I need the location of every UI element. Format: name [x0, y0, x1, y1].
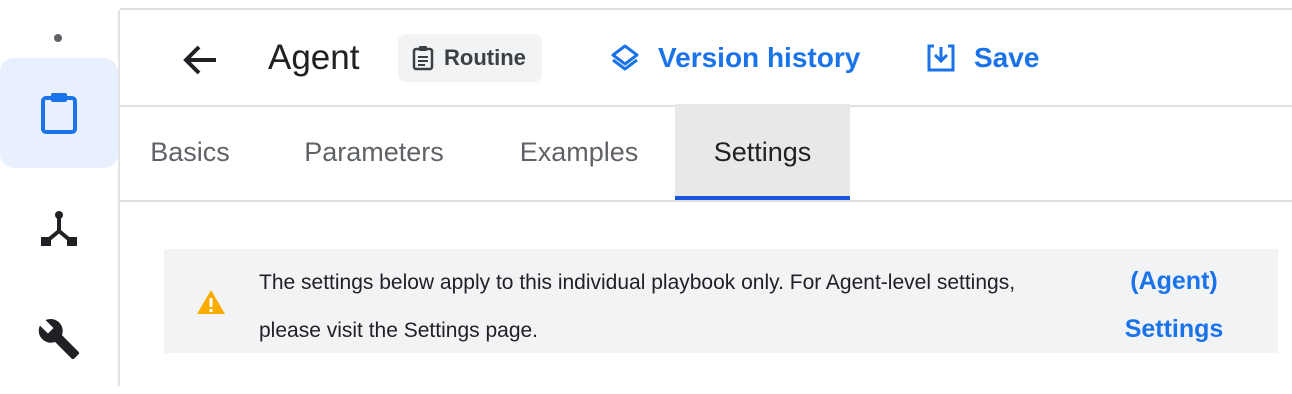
clipboard-list-icon — [412, 46, 434, 71]
tab-label: Parameters — [304, 136, 444, 167]
page-header: Agent Routine Version history Save — [120, 10, 1292, 106]
tab-bar: Basics Parameters Examples Settings — [120, 104, 1292, 200]
tab-basics[interactable]: Basics — [120, 104, 260, 200]
rail-dot — [54, 34, 62, 42]
tab-label: Basics — [150, 136, 230, 167]
playbook-type-chip: Routine — [398, 34, 542, 82]
tab-label: Settings — [713, 136, 812, 167]
left-rail — [0, 0, 118, 386]
save-download-icon — [927, 44, 955, 72]
warning-icon — [197, 290, 225, 314]
banner-message: The settings below apply to this individ… — [259, 271, 1016, 342]
rail-item-tools[interactable] — [0, 284, 118, 394]
save-label: Save — [974, 42, 1040, 73]
tab-label: Examples — [519, 136, 639, 167]
flow-icon — [41, 211, 77, 246]
rail-item-playbooks[interactable] — [0, 58, 118, 168]
tab-examples[interactable]: Examples — [496, 104, 662, 200]
back-button[interactable] — [180, 40, 220, 80]
version-history-button[interactable]: Version history — [610, 34, 860, 82]
playbook-type-label: Routine — [444, 45, 526, 70]
layers-icon — [611, 44, 639, 71]
page-title: Agent — [268, 38, 360, 77]
arrow-back-icon — [183, 45, 216, 75]
rail-item-flows[interactable] — [0, 174, 118, 284]
version-history-label: Version history — [658, 42, 861, 73]
info-banner: The settings below apply to this individ… — [164, 249, 1278, 353]
clipboard-icon — [41, 93, 77, 134]
tab-parameters[interactable]: Parameters — [276, 104, 472, 200]
wrench-icon — [38, 319, 80, 360]
tabs-divider — [120, 200, 1292, 202]
agent-settings-link[interactable]: (Agent) Settings — [1104, 257, 1244, 353]
tab-settings[interactable]: Settings — [675, 104, 850, 200]
save-button[interactable]: Save — [926, 34, 1039, 82]
